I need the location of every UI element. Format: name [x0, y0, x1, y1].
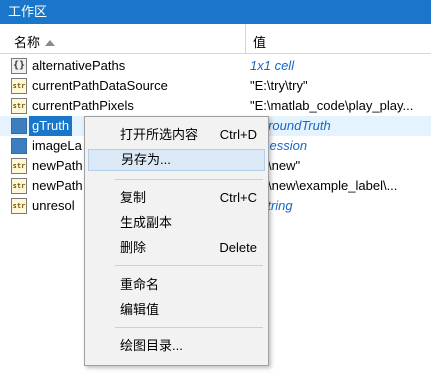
variable-value: "E:\matlab_code\play_play...: [250, 98, 414, 113]
menu-item-open-selection[interactable]: 打开所选内容 Ctrl+D: [88, 124, 265, 146]
menu-item-label: 编辑值: [120, 302, 160, 317]
variable-name: newPath: [32, 158, 83, 173]
string-icon: str: [11, 78, 27, 94]
menu-item-shortcut: Ctrl+C: [219, 190, 257, 205]
variable-name: newPath: [32, 178, 83, 193]
object-icon: [11, 118, 27, 134]
menu-item-shortcut: Ctrl+D: [219, 127, 257, 142]
name-column-label: 名称: [14, 35, 41, 50]
string-icon: str: [11, 158, 27, 174]
variable-row-currentpathdatasource[interactable]: str currentPathDataSource "E:\try\try": [0, 76, 431, 96]
menu-item-duplicate[interactable]: 生成副本: [88, 212, 265, 234]
menu-item-label: 打开所选内容: [120, 127, 199, 142]
variable-value: "E:\try\try": [250, 78, 308, 93]
variable-value: \try\new\example_label\...: [250, 178, 398, 193]
variable-name: alternativePaths: [32, 58, 126, 73]
value-column-header[interactable]: 值: [253, 32, 266, 51]
menu-separator: [115, 265, 263, 266]
variable-value: 1x1 cell: [250, 58, 295, 73]
menu-item-save-as[interactable]: 另存为...: [88, 149, 265, 171]
variable-value: \try\new": [250, 158, 301, 173]
variable-name: currentPathPixels: [32, 98, 134, 113]
menu-item-label: 删除: [120, 240, 147, 255]
menu-item-edit-value[interactable]: 编辑值: [88, 299, 265, 321]
variable-name: gTruth: [29, 116, 73, 136]
menu-item-label: 复制: [120, 190, 147, 205]
column-header: 名称 值: [0, 24, 431, 54]
variable-row-currentpathpixels[interactable]: str currentPathPixels "E:\matlab_code\pl…: [0, 96, 431, 116]
context-menu: 打开所选内容 Ctrl+D 另存为... 复制 Ctrl+C 生成副本 删除 D…: [84, 116, 269, 366]
workspace-title: 工作区: [8, 4, 48, 19]
menu-item-label: 绘图目录...: [120, 338, 183, 353]
column-divider[interactable]: [245, 24, 246, 54]
menu-item-label: 生成副本: [120, 215, 173, 230]
workspace-title-bar: 工作区: [0, 0, 431, 24]
variable-name: currentPathDataSource: [32, 78, 168, 93]
cell-icon: {}: [11, 58, 27, 74]
menu-separator: [115, 179, 263, 180]
variable-value: 1 groundTruth: [250, 118, 331, 133]
string-icon: str: [11, 198, 27, 214]
sort-ascending-icon: [45, 40, 56, 46]
menu-item-delete[interactable]: 删除 Delete: [88, 237, 265, 259]
variable-row-alternativepaths[interactable]: {} alternativePaths 1x1 cell: [0, 56, 431, 76]
string-icon: str: [11, 98, 27, 114]
menu-item-label: 重命名: [120, 277, 160, 292]
menu-item-label: 另存为...: [121, 152, 171, 167]
menu-item-plot-catalog[interactable]: 绘图目录...: [88, 335, 265, 357]
menu-item-rename[interactable]: 重命名: [88, 274, 265, 296]
variable-name: imageLa: [32, 138, 82, 153]
variable-name: unresol: [32, 198, 75, 213]
menu-item-shortcut: Delete: [219, 240, 257, 255]
menu-separator: [115, 327, 263, 328]
variable-value: 0 string: [250, 198, 293, 213]
name-column-header[interactable]: 名称: [14, 32, 56, 51]
string-icon: str: [11, 178, 27, 194]
object-icon: [11, 138, 27, 154]
menu-item-copy[interactable]: 复制 Ctrl+C: [88, 187, 265, 209]
variable-value: 1 Session: [250, 138, 308, 153]
